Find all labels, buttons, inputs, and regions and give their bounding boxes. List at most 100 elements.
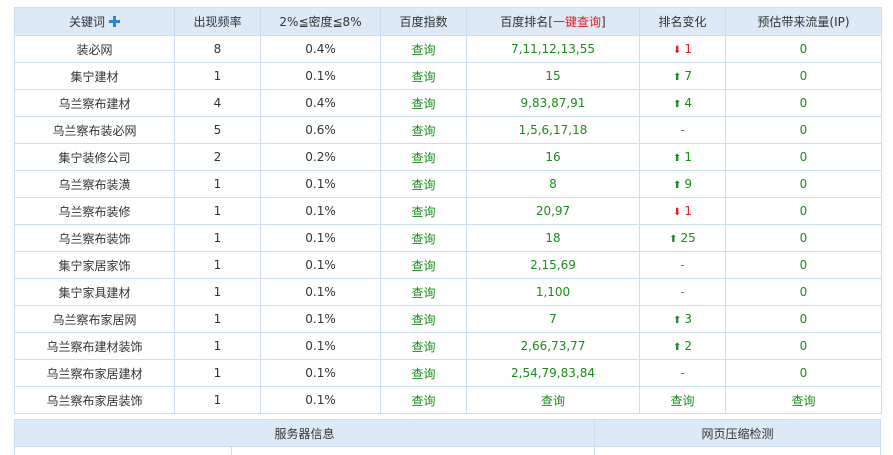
header-baidu-rank: 百度排名[一键查询] bbox=[466, 7, 640, 36]
baidu-index-query-link[interactable]: 查询 bbox=[411, 151, 435, 165]
traffic-cell: 0 bbox=[725, 35, 882, 63]
rank-change-cell: ⬇ 1 bbox=[639, 35, 726, 63]
rank-change-value: 1 bbox=[684, 150, 693, 164]
server-info-body bbox=[14, 447, 232, 455]
baidu-index-query-link[interactable]: 查询 bbox=[411, 70, 435, 84]
baidu-rank-cell: 2,66,73,77 bbox=[466, 332, 640, 360]
baidu-index-cell: 查询 bbox=[380, 89, 467, 117]
traffic-cell: 0 bbox=[725, 62, 882, 90]
baidu-index-query-link[interactable]: 查询 bbox=[411, 178, 435, 192]
density-cell: 0.6% bbox=[260, 116, 381, 144]
rank-change-cell: - bbox=[639, 251, 726, 279]
rank-change-value: - bbox=[680, 123, 685, 137]
header-baidu-rank-suffix: ] bbox=[601, 15, 606, 29]
keyword-cell: 集宁装修公司 bbox=[14, 143, 175, 171]
traffic-cell: 0 bbox=[725, 332, 882, 360]
density-cell: 0.2% bbox=[260, 143, 381, 171]
keyword-cell: 乌兰察布家居建材 bbox=[14, 359, 175, 387]
traffic-cell: 查询 bbox=[725, 386, 882, 414]
rank-change-cell: 查询 bbox=[639, 386, 726, 414]
baidu-rank-cell: 8 bbox=[466, 170, 640, 198]
baidu-index-query-link[interactable]: 查询 bbox=[411, 124, 435, 138]
baidu-index-query-link[interactable]: 查询 bbox=[411, 313, 435, 327]
arrow-down-icon: ⬇ bbox=[672, 45, 682, 56]
keyword-cell: 乌兰察布家居装饰 bbox=[14, 386, 175, 414]
traffic-cell: 0 bbox=[725, 89, 882, 117]
keyword-cell: 乌兰察布建材 bbox=[14, 89, 175, 117]
rank-change-value: 9 bbox=[684, 177, 693, 191]
frequency-cell: 1 bbox=[174, 386, 261, 414]
baidu-rank-query-link[interactable]: 查询 bbox=[541, 394, 565, 408]
table-row: 乌兰察布装饰 1 0.1% 查询 18 ⬆ 25 0 bbox=[14, 224, 882, 252]
baidu-rank-cell: 16 bbox=[466, 143, 640, 171]
baidu-index-query-link[interactable]: 查询 bbox=[411, 259, 435, 273]
baidu-index-query-link[interactable]: 查询 bbox=[411, 367, 435, 381]
baidu-index-cell: 查询 bbox=[380, 197, 467, 225]
density-cell: 0.4% bbox=[260, 89, 381, 117]
rank-change-value: 7 bbox=[684, 69, 693, 83]
baidu-rank-cell: 7,11,12,13,55 bbox=[466, 35, 640, 63]
baidu-index-query-link[interactable]: 查询 bbox=[411, 232, 435, 246]
rank-change-cell: - bbox=[639, 359, 726, 387]
baidu-index-cell: 查询 bbox=[380, 170, 467, 198]
baidu-rank-cell: 2,54,79,83,84 bbox=[466, 359, 640, 387]
frequency-cell: 5 bbox=[174, 116, 261, 144]
arrow-up-icon: ⬆ bbox=[672, 180, 682, 191]
baidu-index-cell: 查询 bbox=[380, 116, 467, 144]
baidu-index-query-link[interactable]: 查询 bbox=[411, 97, 435, 111]
baidu-rank-cell: 2,15,69 bbox=[466, 251, 640, 279]
arrow-up-icon: ⬆ bbox=[672, 99, 682, 110]
rank-change-value: 3 bbox=[684, 312, 693, 326]
compression-check-body bbox=[594, 447, 881, 455]
baidu-index-query-link[interactable]: 查询 bbox=[411, 43, 435, 57]
table-row: 集宁家居家饰 1 0.1% 查询 2,15,69 - 0 bbox=[14, 251, 882, 279]
table-row: 乌兰察布装潢 1 0.1% 查询 8 ⬆ 9 0 bbox=[14, 170, 882, 198]
keyword-cell: 乌兰察布建材装饰 bbox=[14, 332, 175, 360]
header-frequency: 出现频率 bbox=[174, 7, 261, 36]
rank-change-cell: ⬆ 7 bbox=[639, 62, 726, 90]
frequency-cell: 1 bbox=[174, 278, 261, 306]
density-cell: 0.4% bbox=[260, 35, 381, 63]
baidu-index-query-link[interactable]: 查询 bbox=[411, 205, 435, 219]
baidu-rank-cell: 15 bbox=[466, 62, 640, 90]
table-row: 乌兰察布建材 4 0.4% 查询 9,83,87,91 ⬆ 4 0 bbox=[14, 89, 882, 117]
rank-change-value: - bbox=[680, 258, 685, 272]
baidu-rank-cell: 7 bbox=[466, 305, 640, 333]
server-info-header: 服务器信息 bbox=[14, 419, 595, 447]
baidu-index-cell: 查询 bbox=[380, 62, 467, 90]
baidu-rank-cell: 1,100 bbox=[466, 278, 640, 306]
baidu-index-cell: 查询 bbox=[380, 143, 467, 171]
density-cell: 0.1% bbox=[260, 251, 381, 279]
traffic-query-link[interactable]: 查询 bbox=[791, 394, 815, 408]
baidu-index-query-link[interactable]: 查询 bbox=[411, 286, 435, 300]
table-body: 装必网 8 0.4% 查询 7,11,12,13,55 ⬇ 1 0 集宁建材 1 0.1% 查询 15 ⬆… bbox=[14, 35, 882, 414]
rank-change-query-link[interactable]: 查询 bbox=[670, 394, 694, 408]
baidu-index-cell: 查询 bbox=[380, 305, 467, 333]
keyword-cell: 装必网 bbox=[14, 35, 175, 63]
rank-change-cell: ⬆ 4 bbox=[639, 89, 726, 117]
keyword-cell: 乌兰察布家居网 bbox=[14, 305, 175, 333]
baidu-index-query-link[interactable]: 查询 bbox=[411, 340, 435, 354]
one-click-query-link[interactable]: 一键查询 bbox=[553, 15, 601, 29]
traffic-cell: 0 bbox=[725, 143, 882, 171]
frequency-cell: 1 bbox=[174, 224, 261, 252]
header-baidu-index: 百度指数 bbox=[380, 7, 467, 36]
frequency-cell: 1 bbox=[174, 332, 261, 360]
baidu-index-query-link[interactable]: 查询 bbox=[411, 394, 435, 408]
compression-check-header: 网页压缩检测 bbox=[594, 419, 881, 447]
plus-icon[interactable] bbox=[109, 16, 120, 27]
density-cell: 0.1% bbox=[260, 224, 381, 252]
traffic-cell: 0 bbox=[725, 305, 882, 333]
keyword-table: 关键词 出现频率 2%≦密度≦8% 百度指数 百度排名[一键查询] 排名变化 预… bbox=[14, 7, 882, 414]
density-cell: 0.1% bbox=[260, 386, 381, 414]
header-keyword: 关键词 bbox=[14, 7, 175, 36]
rank-change-value: 2 bbox=[684, 339, 693, 353]
baidu-index-cell: 查询 bbox=[380, 35, 467, 63]
header-density: 2%≦密度≦8% bbox=[260, 7, 381, 36]
table-header-row: 关键词 出现频率 2%≦密度≦8% 百度指数 百度排名[一键查询] 排名变化 预… bbox=[14, 7, 882, 36]
density-cell: 0.1% bbox=[260, 305, 381, 333]
table-row: 乌兰察布装修 1 0.1% 查询 20,97 ⬇ 1 0 bbox=[14, 197, 882, 225]
header-rank-change: 排名变化 bbox=[639, 7, 726, 36]
frequency-cell: 1 bbox=[174, 359, 261, 387]
rank-change-cell: ⬆ 2 bbox=[639, 332, 726, 360]
